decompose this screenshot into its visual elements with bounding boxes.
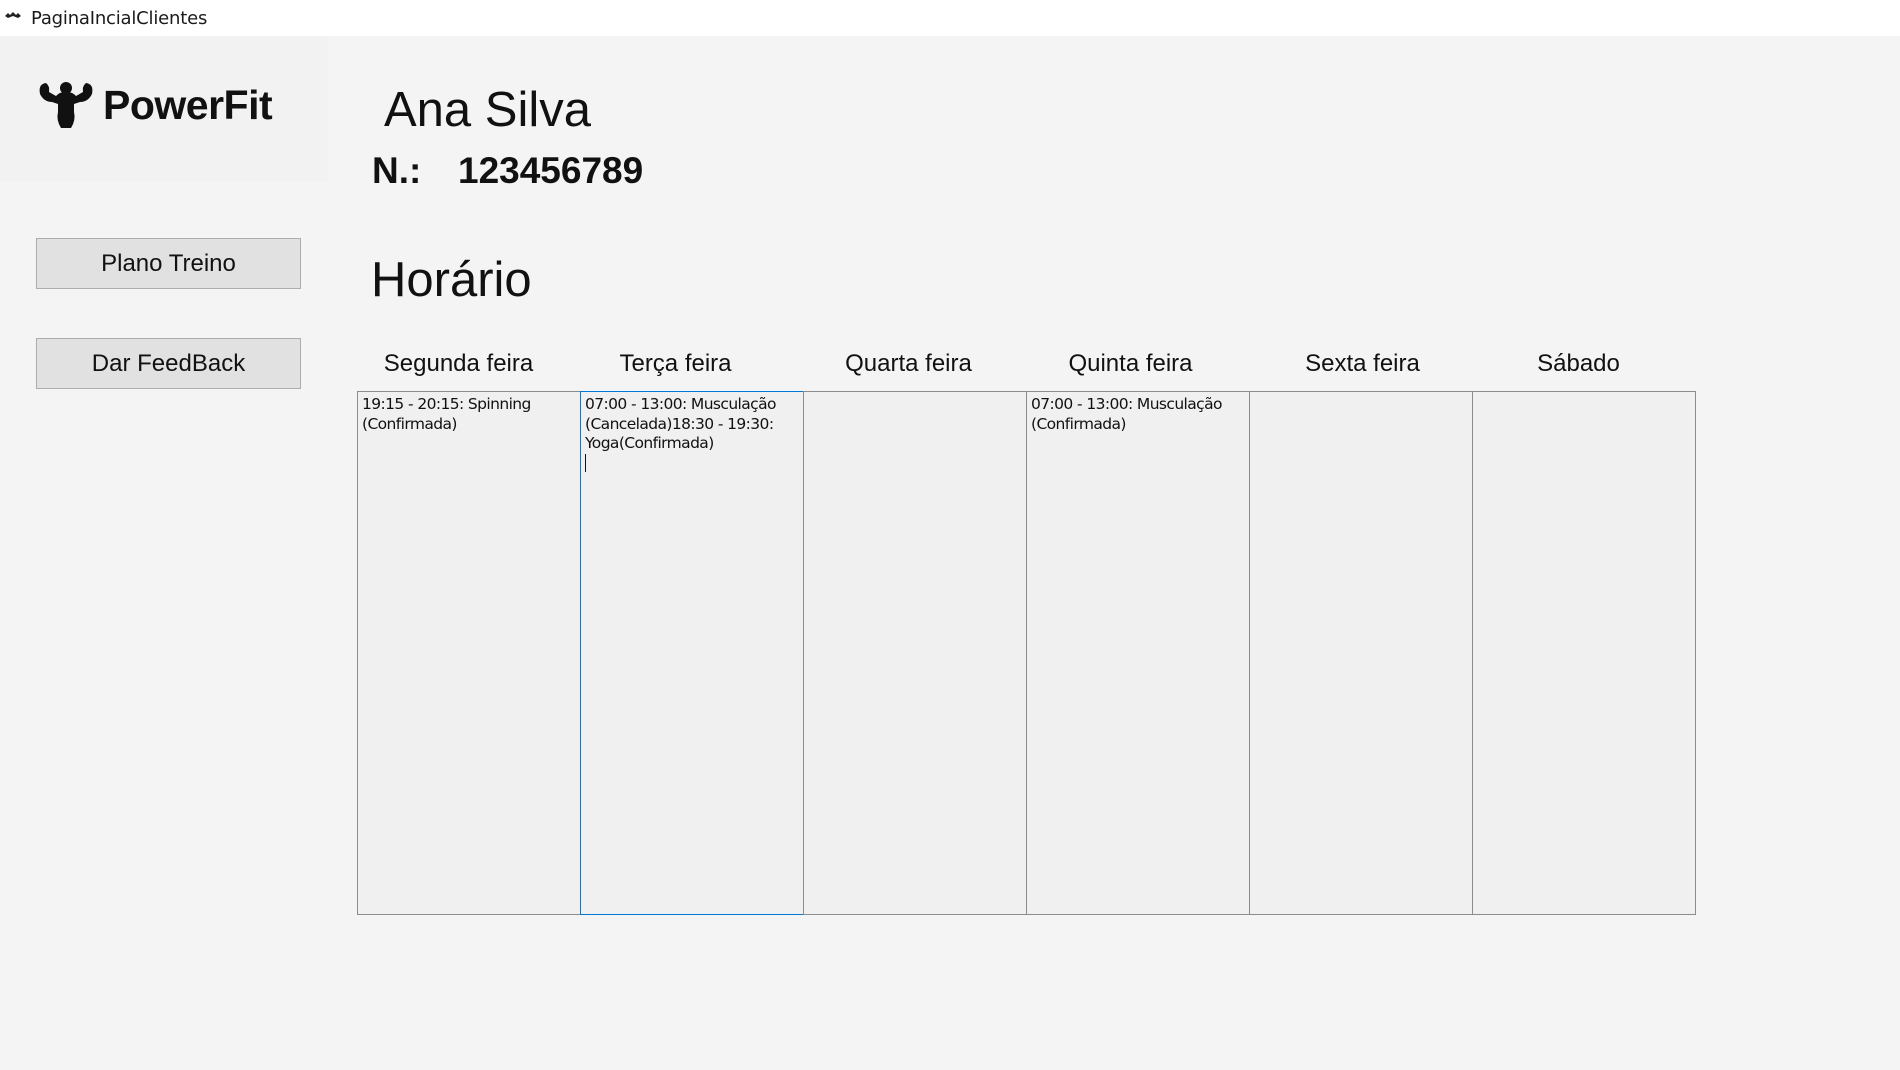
client-number-label: N.: [372, 150, 422, 191]
day-header-friday: Sexta feira [1305, 350, 1420, 377]
plan-treino-button[interactable]: Plano Treino [36, 238, 301, 289]
schedule-text-monday: 19:15 - 20:15: Spinning (Confirmada) [362, 395, 531, 433]
title-bar: PaginaIncialClientes [0, 0, 1900, 36]
schedule-textbox-tuesday[interactable]: 07:00 - 13:00: Musculação (Cancelada)18:… [580, 391, 804, 915]
app-icon [4, 10, 22, 22]
schedule-textbox-wednesday[interactable] [803, 391, 1027, 915]
day-header-saturday: Sábado [1537, 350, 1620, 377]
schedule-textbox-saturday[interactable] [1472, 391, 1696, 915]
window-title: PaginaIncialClientes [31, 8, 208, 29]
day-header-thursday: Quinta feira [1068, 350, 1193, 377]
text-caret [585, 453, 586, 472]
client-name: Ana Silva [384, 83, 592, 137]
day-header-wednesday: Quarta feira [845, 350, 972, 377]
client-number: 123456789 [458, 150, 644, 191]
day-header-monday: Segunda feira [383, 350, 534, 377]
schedule-text-tuesday: 07:00 - 13:00: Musculação (Cancelada)18:… [585, 395, 776, 452]
schedule-textbox-monday[interactable]: 19:15 - 20:15: Spinning (Confirmada) [357, 391, 581, 915]
flexed-muscle-logo-icon [39, 82, 93, 128]
day-header-tuesday: Terça feira [619, 350, 732, 377]
dar-feedback-button[interactable]: Dar FeedBack [36, 338, 301, 389]
schedule-textbox-thursday[interactable]: 07:00 - 13:00: Musculação (Confirmada) [1026, 391, 1250, 915]
schedule-textbox-friday[interactable] [1249, 391, 1473, 915]
brand-name: PowerFit [103, 82, 273, 128]
schedule-grid: 19:15 - 20:15: Spinning (Confirmada) 07:… [357, 391, 1697, 915]
schedule-title: Horário [371, 253, 532, 307]
schedule-text-thursday: 07:00 - 13:00: Musculação (Confirmada) [1031, 395, 1222, 433]
